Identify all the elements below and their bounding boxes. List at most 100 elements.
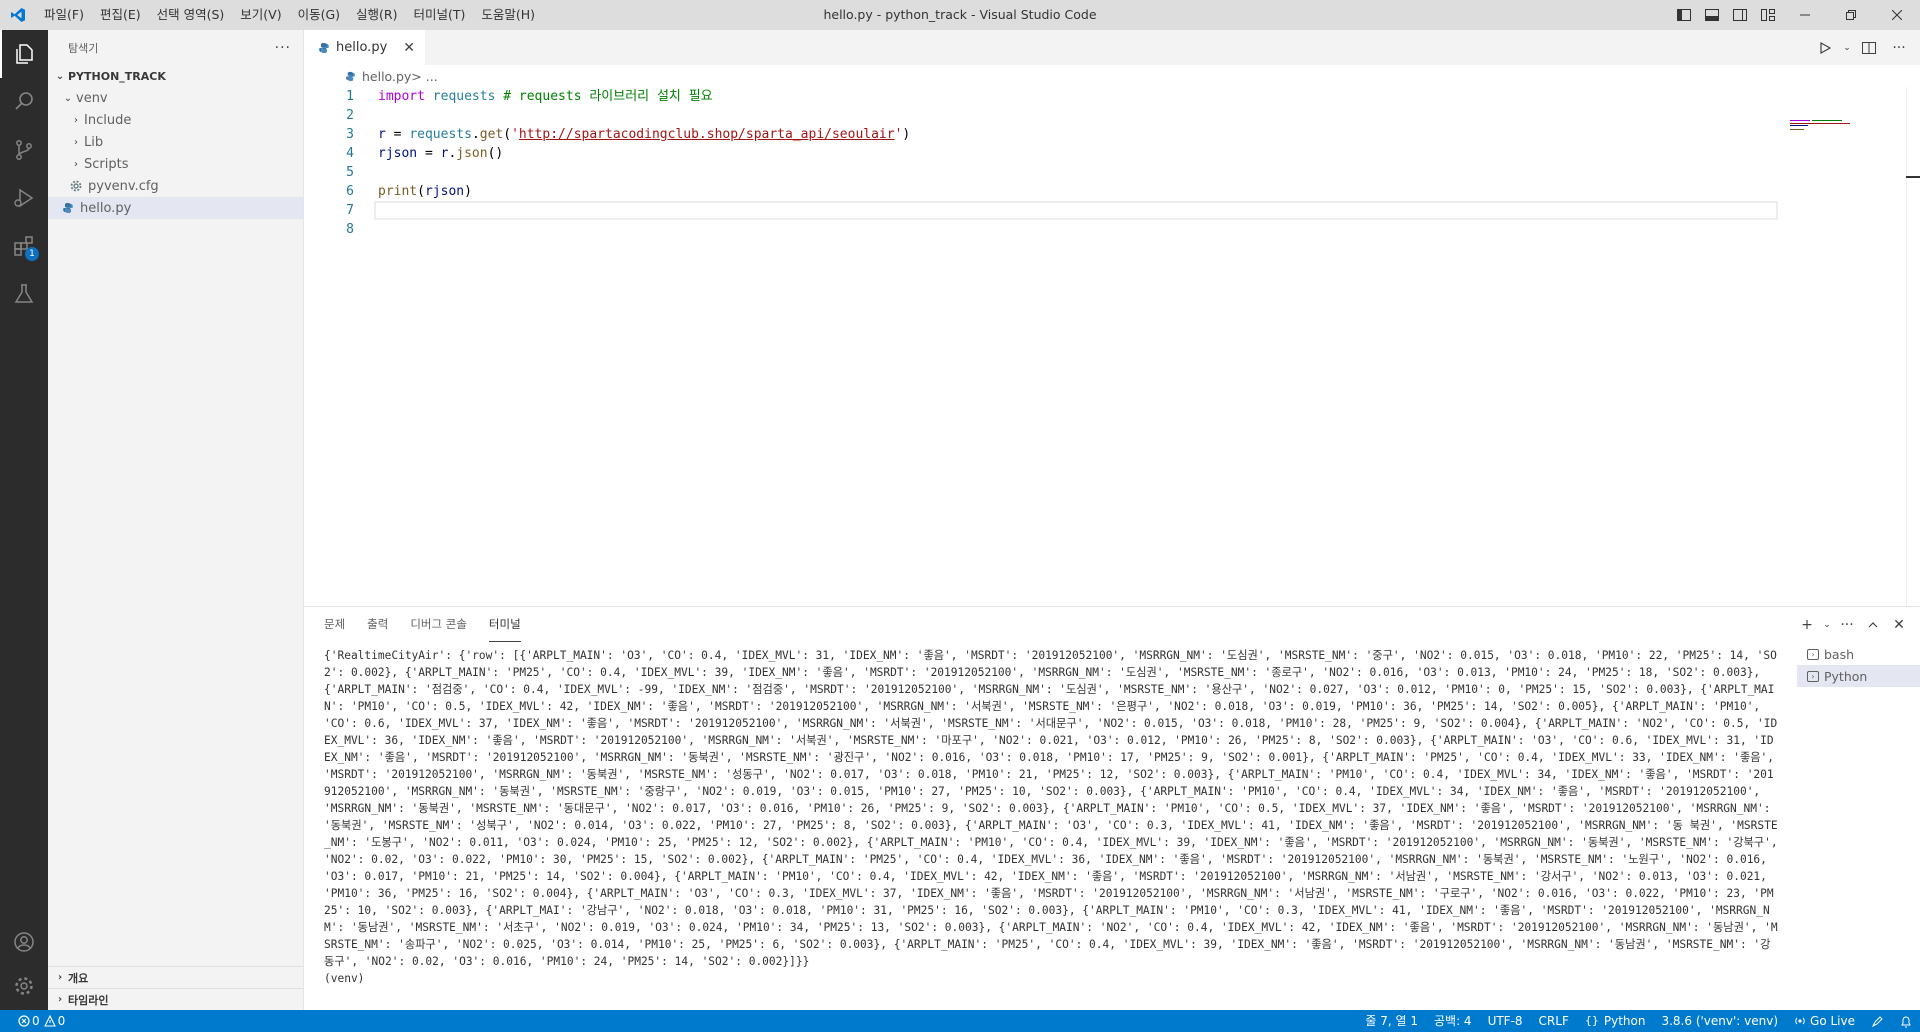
language-mode-label: Python <box>1603 1014 1646 1028</box>
terminal-output[interactable]: {'RealtimeCityAir': {'row': [{'ARPLT_MAI… <box>324 647 1780 1007</box>
menu-view[interactable]: 보기(V) <box>232 0 289 30</box>
maximize-panel-chevron-up-icon[interactable] <box>1860 607 1886 642</box>
outline-section[interactable]: › 개요 <box>48 966 303 988</box>
breadcrumb: hello.py > ... <box>304 65 1920 87</box>
code-line[interactable]: 4 rjson = r.json() <box>304 144 1920 163</box>
activity-bar: 1 <box>0 30 48 1010</box>
tab-terminal[interactable]: 터미널 <box>488 607 521 642</box>
code-line[interactable]: 5 <box>304 163 1920 182</box>
panel-tabs: 문제 출력 디버그 콘솔 터미널 + ⌄ ··· ✕ <box>304 607 1920 642</box>
editor-scrollbar[interactable] <box>1906 87 1920 606</box>
menu-go[interactable]: 이동(G) <box>290 0 348 30</box>
menu-bar: 파일(F) 편집(E) 선택 영역(S) 보기(V) 이동(G) 실행(R) 터… <box>36 0 543 30</box>
code-line[interactable]: 1 import requests # requests 라이브러리 설치 필요 <box>304 87 1920 106</box>
code-token: r <box>378 127 386 142</box>
tree-item-hello-py[interactable]: hello.py <box>48 197 303 219</box>
panel-more-actions-icon[interactable]: ··· <box>1834 607 1860 642</box>
extensions-icon[interactable]: 1 <box>0 222 48 270</box>
code-token: # requests 라이브러리 설치 필요 <box>495 89 713 104</box>
toggle-panel-icon[interactable] <box>1698 0 1726 30</box>
tab-hello-py[interactable]: hello.py ✕ <box>304 30 426 65</box>
more-actions-icon[interactable]: ··· <box>275 40 291 56</box>
code-line[interactable]: 2 <box>304 106 1920 125</box>
menu-help[interactable]: 도움말(H) <box>473 0 543 30</box>
terminal-item-bash[interactable]: › bash <box>1797 643 1920 665</box>
chevron-right-icon: › <box>57 994 63 1005</box>
settings-gear-icon[interactable] <box>0 962 48 1010</box>
tab-problems[interactable]: 문제 <box>324 607 345 642</box>
minimize-icon[interactable] <box>1782 0 1828 30</box>
close-panel-icon[interactable]: ✕ <box>1886 607 1912 642</box>
code-text: r = requests.get('http://spartacodingclu… <box>378 125 910 144</box>
editor-more-actions-icon[interactable]: ··· <box>1884 30 1914 65</box>
accounts-icon[interactable] <box>0 918 48 966</box>
terminal-item-python[interactable]: › Python <box>1797 665 1920 687</box>
tab-output[interactable]: 출력 <box>367 607 388 642</box>
split-editor-icon[interactable] <box>1854 30 1884 65</box>
breadcrumb-separator[interactable]: > ... <box>411 69 437 84</box>
close-tab-icon[interactable]: ✕ <box>403 40 415 56</box>
run-dropdown-chevron-icon[interactable]: ⌄ <box>1840 30 1854 65</box>
menu-selection[interactable]: 선택 영역(S) <box>149 0 233 30</box>
code-line[interactable]: 8 <box>304 220 1920 239</box>
encoding[interactable]: UTF-8 <box>1480 1010 1531 1032</box>
menu-run[interactable]: 실행(R) <box>348 0 405 30</box>
feedback-icon[interactable] <box>1863 1010 1892 1032</box>
line-number: 4 <box>346 146 354 161</box>
toggle-sidebar-icon[interactable] <box>1670 0 1698 30</box>
cursor-position[interactable]: 줄 7, 열 1 <box>1357 1010 1426 1032</box>
language-mode[interactable]: {} Python <box>1577 1010 1654 1032</box>
tree-item-lib[interactable]: › Lib <box>48 131 303 153</box>
search-icon[interactable] <box>0 78 48 126</box>
workspace-root[interactable]: ⌄ PYTHON_TRACK <box>48 65 303 87</box>
chevron-right-icon: › <box>74 114 78 126</box>
run-python-file-icon[interactable] <box>1810 30 1840 65</box>
terminal-dropdown-chevron-icon[interactable]: ⌄ <box>1820 607 1834 642</box>
close-window-icon[interactable] <box>1874 0 1920 30</box>
line-number: 8 <box>346 222 354 237</box>
code-editor[interactable]: 1 import requests # requests 라이브러리 설치 필요 2… <box>304 87 1920 239</box>
timeline-section[interactable]: › 타임라인 <box>48 988 303 1010</box>
explorer-sidebar: 탐색기 ··· ⌄ PYTHON_TRACK ⌄ venv › Include … <box>48 30 304 1010</box>
code-token: () <box>487 146 504 161</box>
python-interpreter[interactable]: 3.8.6 ('venv': venv) <box>1653 1010 1786 1032</box>
explorer-icon[interactable] <box>0 30 48 78</box>
code-token: rjson <box>424 184 465 199</box>
tab-debug-console[interactable]: 디버그 콘솔 <box>410 607 467 642</box>
code-line[interactable]: 3 r = requests.get('http://spartacodingcl… <box>304 125 1920 144</box>
gear-file-icon <box>68 178 84 194</box>
current-line-highlight <box>374 201 1778 220</box>
tree-item-venv[interactable]: ⌄ venv <box>48 87 303 109</box>
menu-edit[interactable]: 편집(E) <box>92 0 149 30</box>
tree-item-pyvenv-cfg[interactable]: pyvenv.cfg <box>48 175 303 197</box>
go-live-label: Go Live <box>1810 1014 1855 1028</box>
indentation[interactable]: 공백: 4 <box>1426 1010 1480 1032</box>
end-of-line[interactable]: CRLF <box>1531 1010 1577 1032</box>
menu-terminal[interactable]: 터미널(T) <box>406 0 474 30</box>
new-terminal-plus-icon[interactable]: + <box>1794 607 1820 642</box>
code-line[interactable]: 6 print(rjson) <box>304 182 1920 201</box>
go-live-button[interactable]: Go Live <box>1786 1010 1863 1032</box>
explorer-header: 탐색기 ··· <box>48 30 303 65</box>
code-token: = <box>385 127 410 142</box>
code-token: json <box>456 146 488 161</box>
status-left: 0 0 <box>0 1010 69 1032</box>
chevron-right-icon: › <box>57 972 63 983</box>
breadcrumb-file[interactable]: hello.py <box>362 69 411 84</box>
bottom-panel: 문제 출력 디버그 콘솔 터미널 + ⌄ ··· ✕ {'RealtimeCit… <box>304 606 1920 1010</box>
line-number: 6 <box>346 184 354 199</box>
tree-item-scripts[interactable]: › Scripts <box>48 153 303 175</box>
restore-icon[interactable] <box>1828 0 1874 30</box>
customize-layout-icon[interactable] <box>1754 0 1782 30</box>
minimap[interactable] <box>1790 120 1860 140</box>
testing-icon[interactable] <box>0 270 48 318</box>
menu-file[interactable]: 파일(F) <box>36 0 92 30</box>
run-debug-icon[interactable] <box>0 174 48 222</box>
toggle-secondary-sidebar-icon[interactable] <box>1726 0 1754 30</box>
problems-indicator[interactable]: 0 0 <box>14 1010 69 1032</box>
tree-item-include[interactable]: › Include <box>48 109 303 131</box>
notifications-bell-icon[interactable] <box>1892 1010 1920 1032</box>
chevron-right-icon: › <box>74 158 78 170</box>
source-control-icon[interactable] <box>0 126 48 174</box>
